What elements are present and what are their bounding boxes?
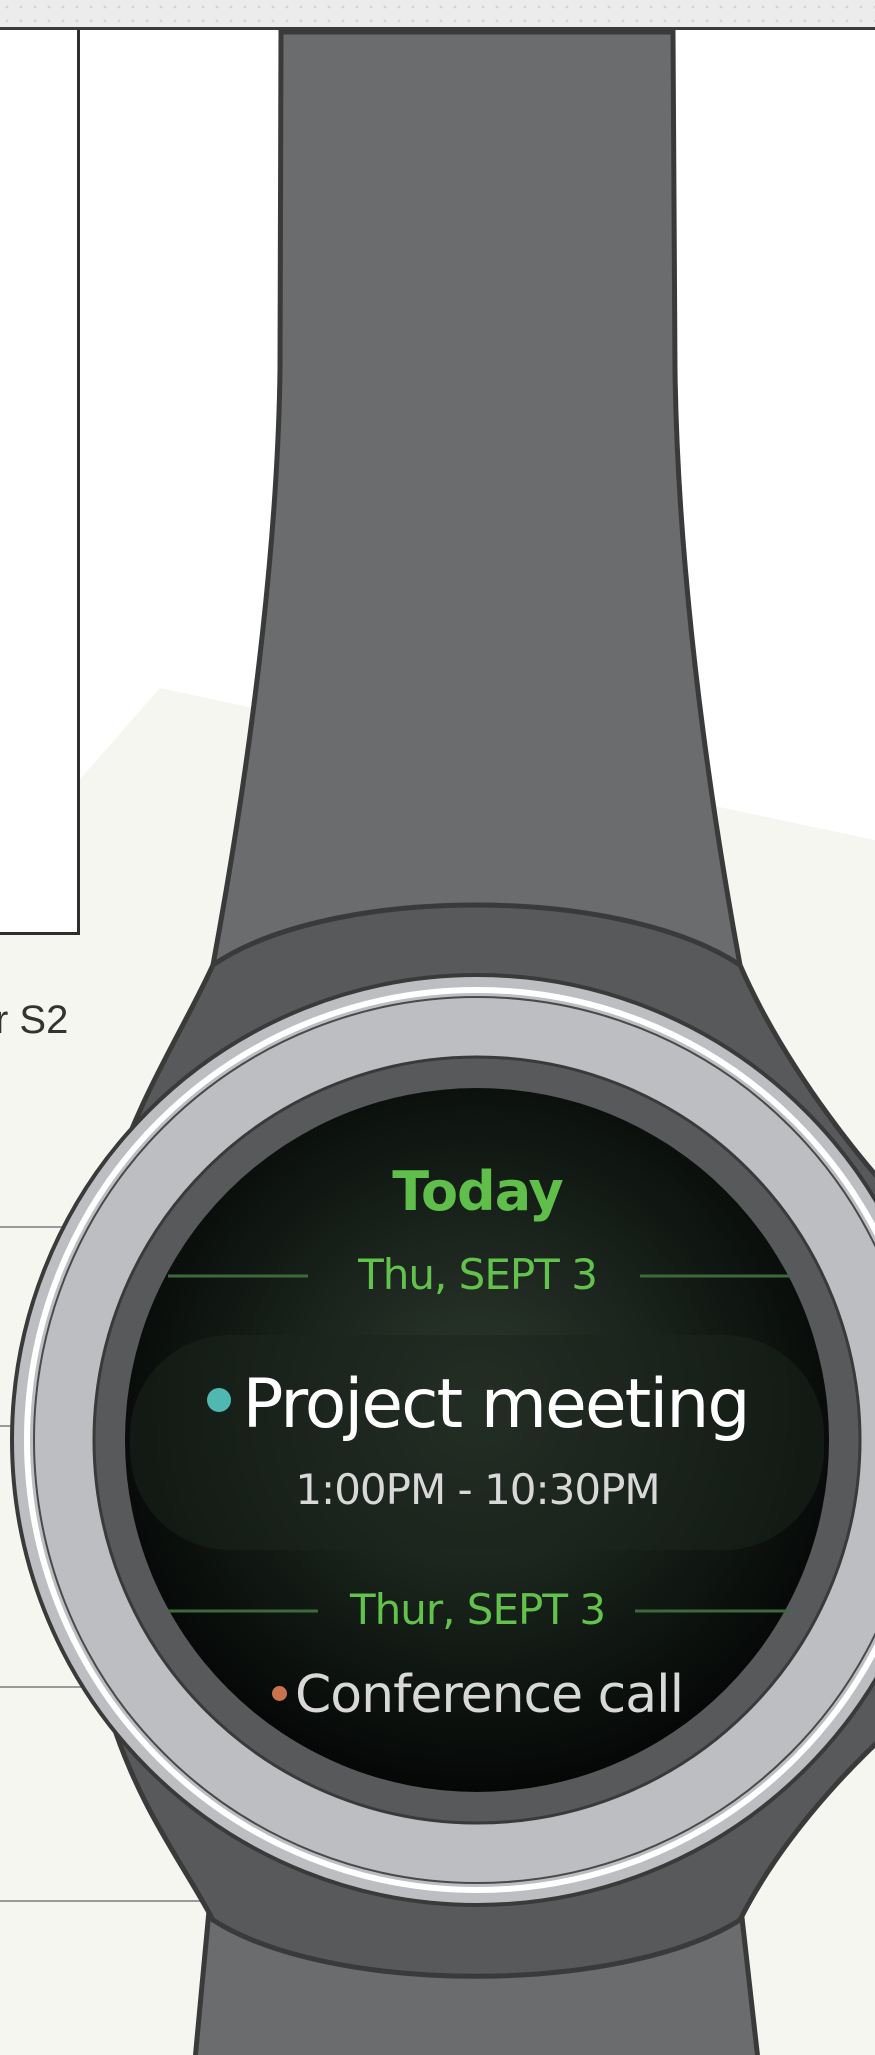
upper-strap: [209, 29, 744, 968]
watch-event-2-title: Conference call: [294, 1665, 684, 1725]
watch-event-1[interactable]: Project meeting: [0, 1365, 875, 1444]
watch-header-today: Today: [392, 1160, 563, 1223]
teal-dot-icon: [206, 1388, 231, 1413]
watch-date-2: Thur, SEPT 3: [349, 1585, 606, 1634]
watch-event-2[interactable]: Conference call: [0, 1665, 875, 1725]
watch-event-1-title: Project meeting: [242, 1365, 751, 1444]
watch-event-1-time: 1:00PM - 10:30PM: [295, 1465, 660, 1514]
orange-dot-icon: [271, 1685, 287, 1701]
watch-date-1: Thu, SEPT 3: [358, 1250, 598, 1299]
watch-illustration: [10, 29, 875, 2055]
